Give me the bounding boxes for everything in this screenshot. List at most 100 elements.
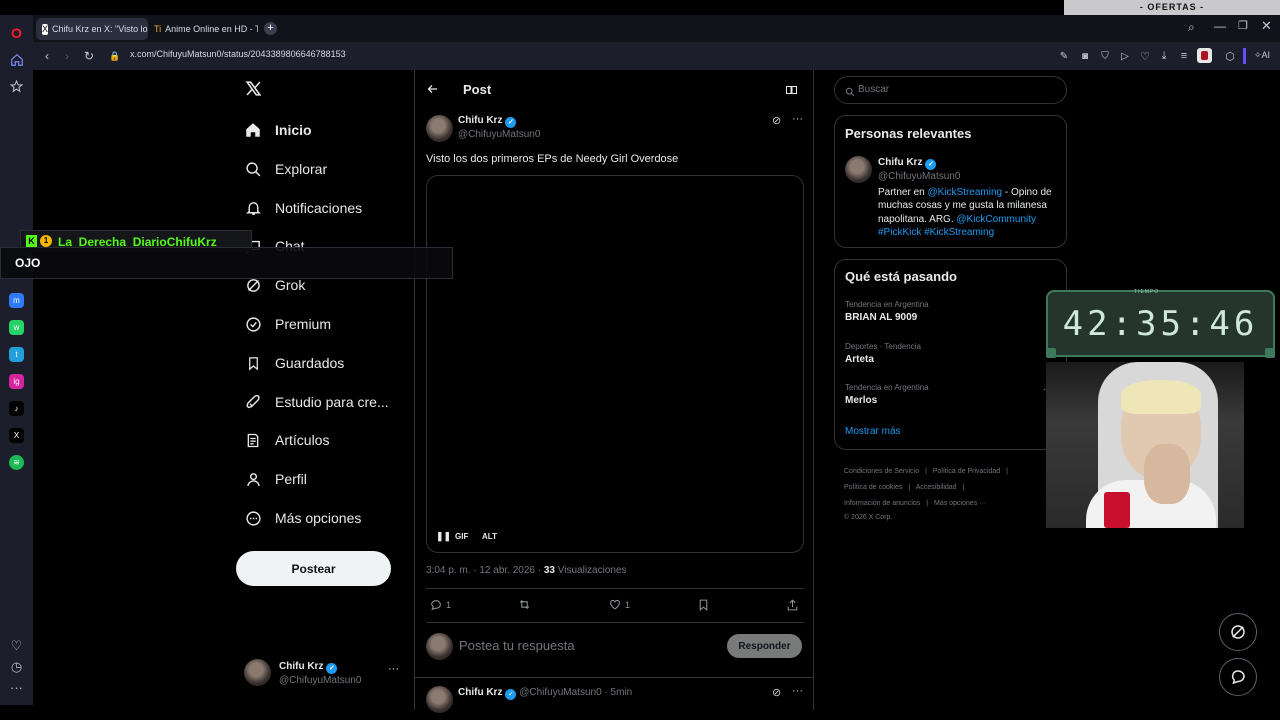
- new-tab-button[interactable]: +: [264, 22, 277, 35]
- play-icon[interactable]: ▷: [1117, 48, 1133, 64]
- telegram-icon[interactable]: t: [9, 347, 24, 362]
- premium-icon: [243, 314, 263, 334]
- reply-count: 1: [446, 599, 452, 610]
- more-dots-icon[interactable]: ···: [792, 113, 803, 125]
- x-logo-icon[interactable]: [245, 80, 263, 100]
- opera-logo-icon[interactable]: O: [8, 24, 25, 41]
- forward-icon[interactable]: ›: [59, 48, 75, 64]
- sidebar-item-mas-opciones[interactable]: Más opciones: [243, 503, 361, 533]
- minimize-button[interactable]: —: [1214, 19, 1226, 33]
- shield-icon[interactable]: ⛉: [1097, 48, 1113, 64]
- grok-explain-icon[interactable]: ⊘: [772, 114, 781, 127]
- menu-icon[interactable]: ≡: [1176, 48, 1192, 64]
- timer-label: TIEMPO: [1134, 289, 1160, 295]
- sidebar-item-inicio[interactable]: Inicio: [243, 115, 312, 145]
- author-handle[interactable]: @ChifuyuMatsun0: [458, 129, 540, 140]
- reload-icon[interactable]: ↻: [81, 48, 97, 64]
- more-dots-icon[interactable]: ···: [388, 663, 399, 675]
- sidebar-item-label: Premium: [275, 316, 332, 332]
- grok-floating-button[interactable]: [1219, 613, 1257, 651]
- reply-button[interactable]: Responder: [727, 634, 802, 658]
- address-bar: ‹ › ↻ 🔒 x.com/ChifuyuMatsun0/status/2043…: [33, 42, 1280, 70]
- extensions-icon[interactable]: ⬡: [1222, 48, 1238, 64]
- trend-item[interactable]: Tendencia en Argentina BRIAN AL 9009: [845, 300, 1060, 323]
- instagram-icon[interactable]: ig: [9, 374, 24, 389]
- avatar[interactable]: [426, 686, 453, 713]
- pinboard-icon[interactable]: [8, 78, 25, 95]
- avatar[interactable]: [426, 115, 453, 142]
- tab-inactive[interactable]: Ti Anime Online en HD - Tio: [148, 18, 258, 40]
- home-icon[interactable]: [8, 51, 25, 68]
- person-icon: [243, 469, 263, 489]
- privacy-link[interactable]: Política de Privacidad: [933, 468, 1000, 475]
- aria-ai-button[interactable]: ✧AI: [1254, 50, 1270, 61]
- maximize-button[interactable]: ❐: [1238, 19, 1248, 32]
- cookies-link[interactable]: Política de cookies: [844, 484, 902, 491]
- camera-icon[interactable]: ◙: [1077, 48, 1093, 64]
- download-icon[interactable]: ⤓: [1156, 48, 1172, 64]
- alt-badge[interactable]: ALT: [482, 532, 497, 541]
- messages-floating-button[interactable]: [1219, 658, 1257, 696]
- bio-link[interactable]: @KickStreaming: [927, 187, 1002, 198]
- x-icon[interactable]: X: [9, 428, 24, 443]
- terms-link[interactable]: Condiciones de Servicio: [844, 468, 919, 475]
- url-field[interactable]: x.com/ChifuyuMatsun0/status/204338980664…: [130, 49, 346, 59]
- ofertas-banner: - OFERTAS -: [1064, 0, 1280, 15]
- bio-link[interactable]: @KickCommunity: [956, 214, 1036, 225]
- reply-action[interactable]: 1: [429, 598, 451, 611]
- close-window-button[interactable]: ✕: [1261, 18, 1272, 34]
- edit-icon[interactable]: ✎: [1056, 48, 1072, 64]
- search-input[interactable]: Buscar: [834, 76, 1067, 104]
- more-dots-icon[interactable]: ···: [792, 685, 803, 697]
- trend-item[interactable]: Deportes · Tendencia Arteta: [845, 342, 1060, 365]
- author-name-row[interactable]: Chifu Krz ✓: [458, 115, 517, 128]
- account-switcher[interactable]: Chifu Krz ✓ @ChifuyuMatsun0 ···: [236, 655, 406, 693]
- bookmark-icon[interactable]: [697, 598, 710, 617]
- post-column: Post Chifu Krz ✓ @ChifuyuMatsun0 ⊘ ··· Vi…: [414, 70, 814, 713]
- like-action[interactable]: 1: [608, 598, 630, 611]
- history-icon[interactable]: ◷: [8, 658, 25, 675]
- whatsapp-icon[interactable]: w: [9, 320, 24, 335]
- reader-mode-icon[interactable]: [785, 83, 798, 101]
- sidebar-item-explorar[interactable]: Explorar: [243, 154, 327, 184]
- post-button[interactable]: Postear: [236, 551, 391, 586]
- search-tabs-icon[interactable]: ⌕: [1188, 20, 1195, 35]
- bio-hashtags[interactable]: #PickKick #KickStreaming: [878, 227, 994, 238]
- reply-input[interactable]: Postea tu respuesta: [459, 638, 575, 653]
- tab-active[interactable]: X Chifu Krz en X: "Visto los: [36, 18, 148, 40]
- pause-icon[interactable]: ❚❚: [436, 531, 451, 542]
- messenger-icon[interactable]: m: [9, 293, 24, 308]
- sidebar-item-premium[interactable]: Premium: [243, 309, 331, 339]
- accessibility-link[interactable]: Accesibilidad: [916, 484, 957, 491]
- spotify-icon[interactable]: ≋: [9, 455, 24, 470]
- sidebar-item-perfil[interactable]: Perfil: [243, 464, 307, 494]
- more-options-link[interactable]: Más opciones ···: [934, 500, 986, 507]
- more-dots-icon[interactable]: ···: [8, 679, 25, 696]
- tab-bar: X Chifu Krz en X: "Visto los Ti Anime On…: [33, 15, 1280, 42]
- lock-icon[interactable]: 🔒: [107, 48, 123, 64]
- chat-message: OJO: [15, 256, 41, 270]
- reply-time: · 5min: [604, 687, 633, 698]
- avatar[interactable]: [845, 156, 872, 183]
- person-name-row[interactable]: Chifu Krz ✓: [878, 157, 937, 170]
- back-arrow-icon[interactable]: [427, 82, 439, 98]
- show-more-link[interactable]: Mostrar más: [845, 426, 901, 437]
- media-gif[interactable]: ❚❚ GIF ALT: [426, 175, 804, 553]
- x-logo-icon: X: [42, 23, 49, 35]
- share-icon[interactable]: [786, 598, 799, 617]
- tiktok-icon[interactable]: ♪: [9, 401, 24, 416]
- back-icon[interactable]: ‹: [39, 48, 55, 64]
- ads-info-link[interactable]: Información de anuncios: [844, 500, 920, 507]
- profile-avatar[interactable]: [1197, 48, 1212, 63]
- sidebar-item-articulos[interactable]: Artículos: [243, 425, 329, 455]
- repost-icon[interactable]: [517, 598, 532, 616]
- grok-explain-icon[interactable]: ⊘: [772, 686, 781, 699]
- heart-outline-icon[interactable]: ♡: [1137, 48, 1153, 64]
- trend-item[interactable]: Tendencia en Argentina Merlos: [845, 383, 1060, 406]
- avatar: [426, 633, 453, 660]
- sidebar-item-notificaciones[interactable]: Notificaciones: [243, 193, 362, 223]
- sidebar-item-guardados[interactable]: Guardados: [243, 348, 344, 378]
- heart-icon[interactable]: ♡: [8, 637, 25, 654]
- post-meta: 3:04 p. m. · 12 abr. 2026 · 33 Visualiza…: [426, 565, 627, 576]
- sidebar-item-estudio[interactable]: Estudio para cre...: [243, 387, 389, 417]
